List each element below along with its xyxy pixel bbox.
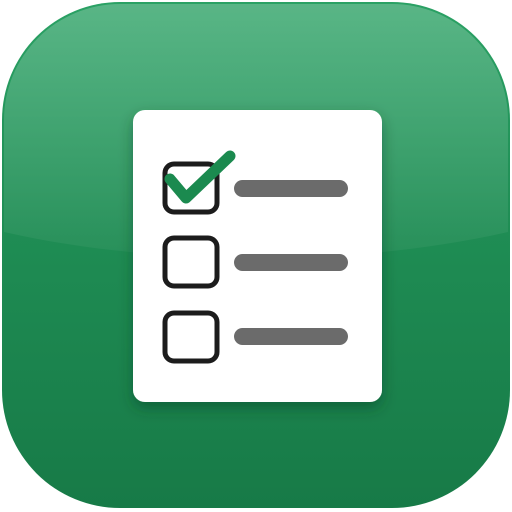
item-line-3	[234, 328, 348, 345]
item-line-1	[234, 180, 348, 197]
checklist-icon-graphic	[2, 2, 510, 508]
checklist-app-icon	[0, 0, 512, 512]
item-line-2	[234, 254, 348, 271]
